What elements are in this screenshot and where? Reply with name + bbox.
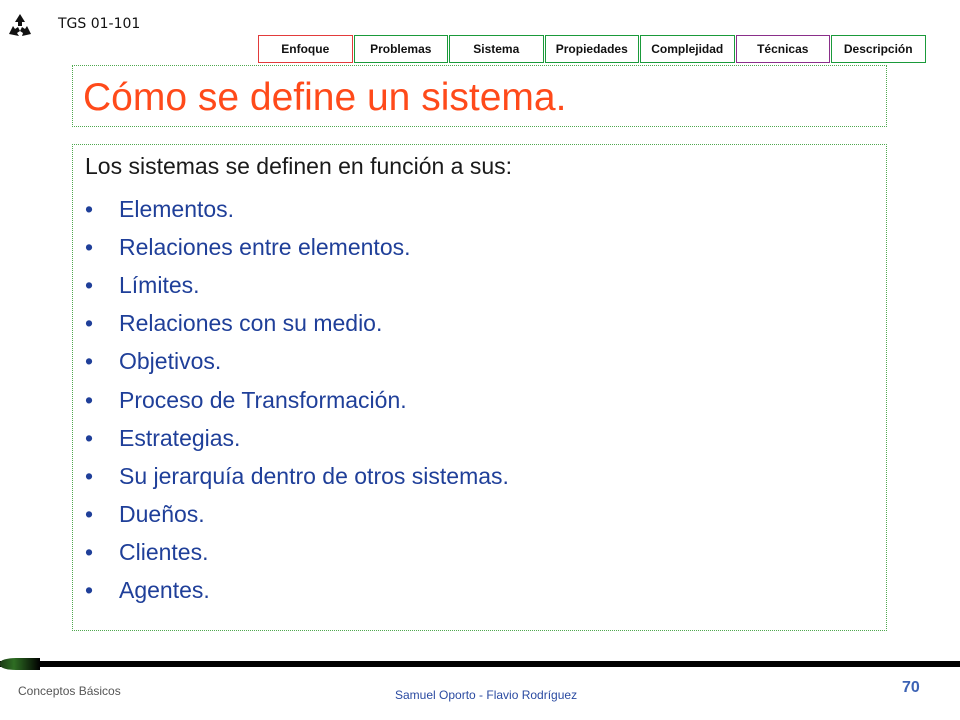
- list-item: • Límites.: [85, 266, 509, 304]
- course-code: TGS 01-101: [58, 16, 141, 32]
- list-item: • Proceso de Transformación.: [85, 381, 509, 419]
- title-box: Cómo se define un sistema.: [72, 65, 887, 127]
- bullet-text: Agentes.: [119, 577, 210, 604]
- bullet-text: Estrategias.: [119, 424, 241, 451]
- tab-propiedades[interactable]: Propiedades: [544, 35, 639, 63]
- slide-title: Cómo se define un sistema.: [83, 76, 567, 119]
- bullet-icon: •: [85, 501, 94, 528]
- bullet-text: Su jerarquía dentro de otros sistemas.: [119, 462, 509, 489]
- tab-problemas[interactable]: Problemas: [353, 35, 448, 63]
- list-item: • Agentes.: [85, 572, 509, 610]
- recycle-icon: [9, 14, 31, 36]
- list-item: • Su jerarquía dentro de otros sistemas.: [85, 457, 509, 495]
- list-item: • Estrategias.: [85, 419, 509, 457]
- bullet-icon: •: [85, 386, 94, 413]
- bullet-text: Dueños.: [119, 501, 205, 528]
- list-item: • Objetivos.: [85, 343, 509, 381]
- bullet-text: Relaciones entre elementos.: [119, 233, 411, 260]
- list-item: • Relaciones con su medio.: [85, 305, 509, 343]
- tab-enfoque[interactable]: Enfoque: [258, 35, 353, 63]
- bullet-text: Relaciones con su medio.: [119, 310, 383, 337]
- tab-tecnicas[interactable]: Técnicas: [735, 35, 830, 63]
- footer-accent: [0, 658, 40, 670]
- tab-complejidad[interactable]: Complejidad: [640, 35, 735, 63]
- content-box: Los sistemas se definen en función a sus…: [72, 144, 887, 631]
- bullet-icon: •: [85, 462, 94, 489]
- list-item: • Dueños.: [85, 496, 509, 534]
- list-item: • Elementos.: [85, 190, 509, 228]
- bullet-text: Clientes.: [119, 539, 209, 566]
- bullet-icon: •: [85, 348, 94, 375]
- list-item: • Clientes.: [85, 534, 509, 572]
- bullet-icon: •: [85, 539, 94, 566]
- bullet-text: Proceso de Transformación.: [119, 386, 407, 413]
- bullet-icon: •: [85, 195, 94, 222]
- footer-authors: Samuel Oporto - Flavio Rodríguez: [395, 688, 578, 702]
- footer-divider: [0, 661, 960, 667]
- page-number: 70: [902, 679, 920, 696]
- bullet-icon: •: [85, 577, 94, 604]
- footer-section-label: Conceptos Básicos: [18, 684, 121, 698]
- bullet-list: • Elementos. • Relaciones entre elementos.…: [85, 190, 509, 610]
- tab-descripcion[interactable]: Descripción: [831, 35, 926, 63]
- bullet-text: Límites.: [119, 271, 200, 298]
- list-item: • Relaciones entre elementos.: [85, 228, 509, 266]
- bullet-text: Objetivos.: [119, 348, 222, 375]
- bullet-icon: •: [85, 310, 94, 337]
- bullet-icon: •: [85, 233, 94, 260]
- bullet-text: Elementos.: [119, 195, 235, 222]
- intro-text: Los sistemas se definen en función a sus…: [85, 153, 513, 179]
- bullet-icon: •: [85, 424, 94, 451]
- tab-sistema[interactable]: Sistema: [449, 35, 544, 63]
- top-nav: Enfoque Problemas Sistema Propiedades Co…: [258, 35, 927, 65]
- bullet-icon: •: [85, 271, 94, 298]
